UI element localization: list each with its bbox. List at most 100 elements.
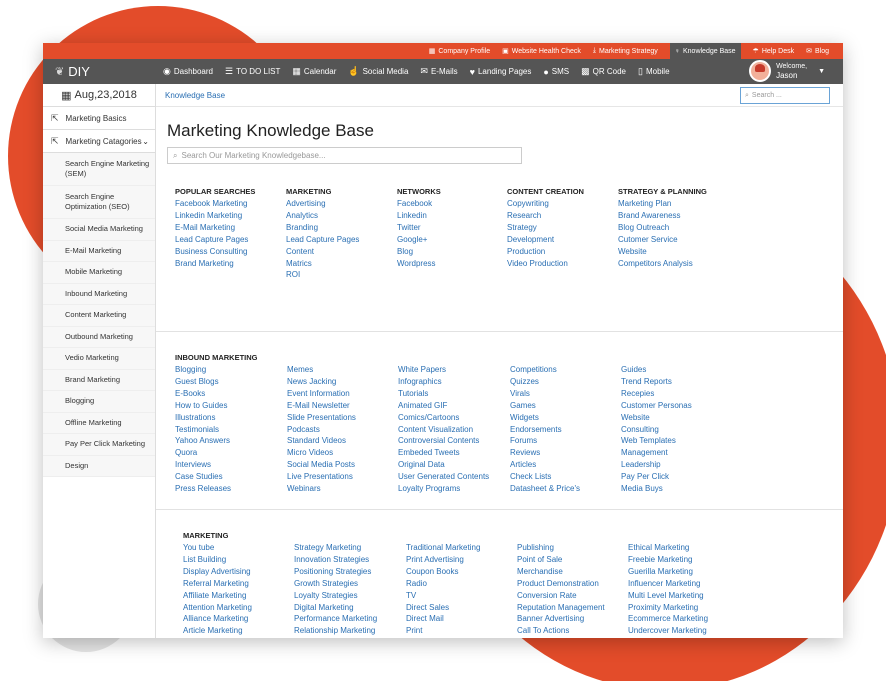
kb-link[interactable]: Conversion Rate — [517, 590, 605, 602]
sidebar-subitem[interactable]: Blogging — [43, 391, 155, 413]
sidebar-item-marketing-categories[interactable]: ⇱ Marketing Catagories ⌄ — [43, 130, 155, 153]
kb-link[interactable]: Strategy — [507, 222, 584, 234]
kb-link[interactable]: List Building — [183, 554, 267, 566]
kb-link[interactable]: Community Marketing — [517, 637, 605, 638]
kb-link[interactable]: Reputation Management — [517, 602, 605, 614]
kb-link[interactable]: Direct Sales — [406, 602, 498, 614]
top-link-knowledge-base[interactable]: ♀ Knowledge Base — [669, 43, 741, 59]
kb-link[interactable]: Ecommerce Marketing — [628, 613, 708, 625]
kb-link[interactable]: Social Media Posts — [287, 459, 356, 471]
kb-link[interactable]: Print Advertising — [406, 554, 498, 566]
kb-link[interactable]: Display Advertising — [183, 566, 267, 578]
avatar[interactable] — [749, 60, 772, 82]
kb-link[interactable]: Broadcast — [406, 637, 498, 638]
sidebar-subitem[interactable]: Pay Per Click Marketing — [43, 434, 155, 456]
kb-link[interactable]: Matrics — [286, 258, 359, 270]
kb-link[interactable]: Competitions — [510, 364, 580, 376]
kb-link[interactable]: Blog Outreach — [618, 222, 707, 234]
kb-link[interactable]: Media Buys — [621, 483, 692, 495]
kb-link[interactable]: Performance Marketing — [294, 613, 383, 625]
kb-link[interactable]: Facebook Marketing — [175, 198, 255, 210]
kb-link[interactable]: Strategy Marketing — [294, 542, 383, 554]
kb-link[interactable]: Articles — [510, 459, 580, 471]
sidebar-subitem[interactable]: Design — [43, 456, 155, 477]
kb-link[interactable]: Press Releases — [175, 483, 258, 495]
kb-link[interactable]: Lead Capture Pages — [175, 234, 255, 246]
kb-link[interactable]: Undercover Marketing — [628, 625, 708, 637]
kb-link[interactable]: Branding — [286, 222, 359, 234]
kb-link[interactable]: Pay Per Click — [621, 471, 692, 483]
kb-link[interactable]: Podcasts — [287, 424, 356, 436]
sidebar-subitem[interactable]: Offline Marketing — [43, 413, 155, 434]
kb-link[interactable]: Digital Marketing — [294, 602, 383, 614]
sidebar-subitem[interactable]: Brand Marketing — [43, 370, 155, 391]
kb-link[interactable]: Positioning Strategies — [294, 566, 383, 578]
kb-link[interactable]: Interviews — [175, 459, 258, 471]
search-input[interactable]: ⌕ Search ... — [740, 87, 830, 104]
kb-link[interactable]: Case Studies — [175, 471, 258, 483]
nav-landing-pages[interactable]: ♥ Landing Pages — [470, 67, 532, 77]
kb-link[interactable]: Testimonials — [175, 424, 258, 436]
kb-link[interactable]: Linkedin Marketing — [175, 210, 255, 222]
kb-link[interactable]: Infographics — [398, 376, 489, 388]
kb-link[interactable]: Video Production — [507, 258, 584, 270]
kb-link[interactable]: Quizzes — [510, 376, 580, 388]
kb-link[interactable]: Point of Sale — [517, 554, 605, 566]
kb-link[interactable]: Referral Marketing — [183, 578, 267, 590]
kb-link[interactable]: Website — [618, 246, 707, 258]
sidebar-subitem[interactable]: Search Engine Marketing (SEM) — [43, 153, 155, 186]
kb-link[interactable]: Product Demonstration — [517, 578, 605, 590]
kb-link[interactable]: Check Lists — [510, 471, 580, 483]
top-link-website-health-check[interactable]: ▣ Website Health Check — [502, 47, 581, 56]
kb-link[interactable]: Brand Marketing — [183, 637, 267, 638]
kb-link[interactable]: Endorsements — [510, 424, 580, 436]
kb-link[interactable]: E-Mail Newsletter — [287, 400, 356, 412]
kb-link[interactable]: Loyalty Strategies — [294, 590, 383, 602]
kb-link[interactable]: Forums — [510, 435, 580, 447]
kb-link[interactable]: User Generated Contents — [398, 471, 489, 483]
kb-link[interactable]: Innovation Strategies — [294, 554, 383, 566]
kb-link[interactable]: Analytics — [286, 210, 359, 222]
kb-link[interactable]: Brand Awareness — [618, 210, 707, 222]
kb-link[interactable]: Business Consulting — [175, 246, 255, 258]
kb-link[interactable]: Copywriting — [507, 198, 584, 210]
kb-link[interactable]: Datasheet & Price's — [510, 483, 580, 495]
top-link-company-profile[interactable]: ▦ Company Profile — [429, 47, 490, 56]
sidebar-subitem[interactable]: Inbound Marketing — [43, 284, 155, 305]
kb-link[interactable]: Recepies — [621, 388, 692, 400]
kb-link[interactable]: Widgets — [510, 412, 580, 424]
sidebar-subitem[interactable]: Mobile Marketing — [43, 262, 155, 284]
kb-link[interactable]: Facebook — [397, 198, 441, 210]
kb-link[interactable]: Web Templates — [621, 435, 692, 447]
kb-link[interactable]: Slide Presentations — [287, 412, 356, 424]
kb-link[interactable]: Merchandise — [517, 566, 605, 578]
kb-link[interactable]: Animated GIF — [398, 400, 489, 412]
logo[interactable]: ❦ DIY — [43, 64, 156, 79]
kb-link[interactable]: Quora — [175, 447, 258, 459]
kb-link[interactable]: Management — [621, 447, 692, 459]
kb-link[interactable]: Blogging — [175, 364, 258, 376]
top-link-help-desk[interactable]: ☂ Help Desk — [753, 47, 795, 56]
kb-link[interactable]: E-Books — [175, 388, 258, 400]
kb-link[interactable]: Original Data — [398, 459, 489, 471]
kb-link[interactable]: Illustrations — [175, 412, 258, 424]
user-menu[interactable]: Welcome, Jason ▼ — [749, 60, 825, 82]
kb-link[interactable]: Marketing Plan — [618, 198, 707, 210]
kb-link[interactable]: Development — [507, 234, 584, 246]
kb-link[interactable]: Memes — [287, 364, 356, 376]
kb-link[interactable]: Traditional Marketing — [406, 542, 498, 554]
kb-link[interactable]: White Papers — [398, 364, 489, 376]
kb-link[interactable]: Leadership — [621, 459, 692, 471]
kb-link[interactable]: Cutomer Service — [618, 234, 707, 246]
kb-link[interactable]: Controversial Contents — [398, 435, 489, 447]
kb-search-input[interactable]: ⌕ Search Our Marketing Knowledgebase... — [167, 147, 522, 164]
sidebar-subitem[interactable]: Search Engine Optimization (SEO) — [43, 186, 155, 219]
kb-link[interactable]: Article Marketing — [183, 625, 267, 637]
kb-link[interactable]: You tube — [183, 542, 267, 554]
nav-calendar[interactable]: ▦ Calendar — [292, 66, 336, 77]
kb-link[interactable]: Blog — [397, 246, 441, 258]
kb-link[interactable]: ROI — [286, 269, 359, 281]
kb-link[interactable]: Trend Reports — [621, 376, 692, 388]
kb-link[interactable]: Yahoo Answers — [175, 435, 258, 447]
kb-link[interactable]: Coupon Books — [406, 566, 498, 578]
